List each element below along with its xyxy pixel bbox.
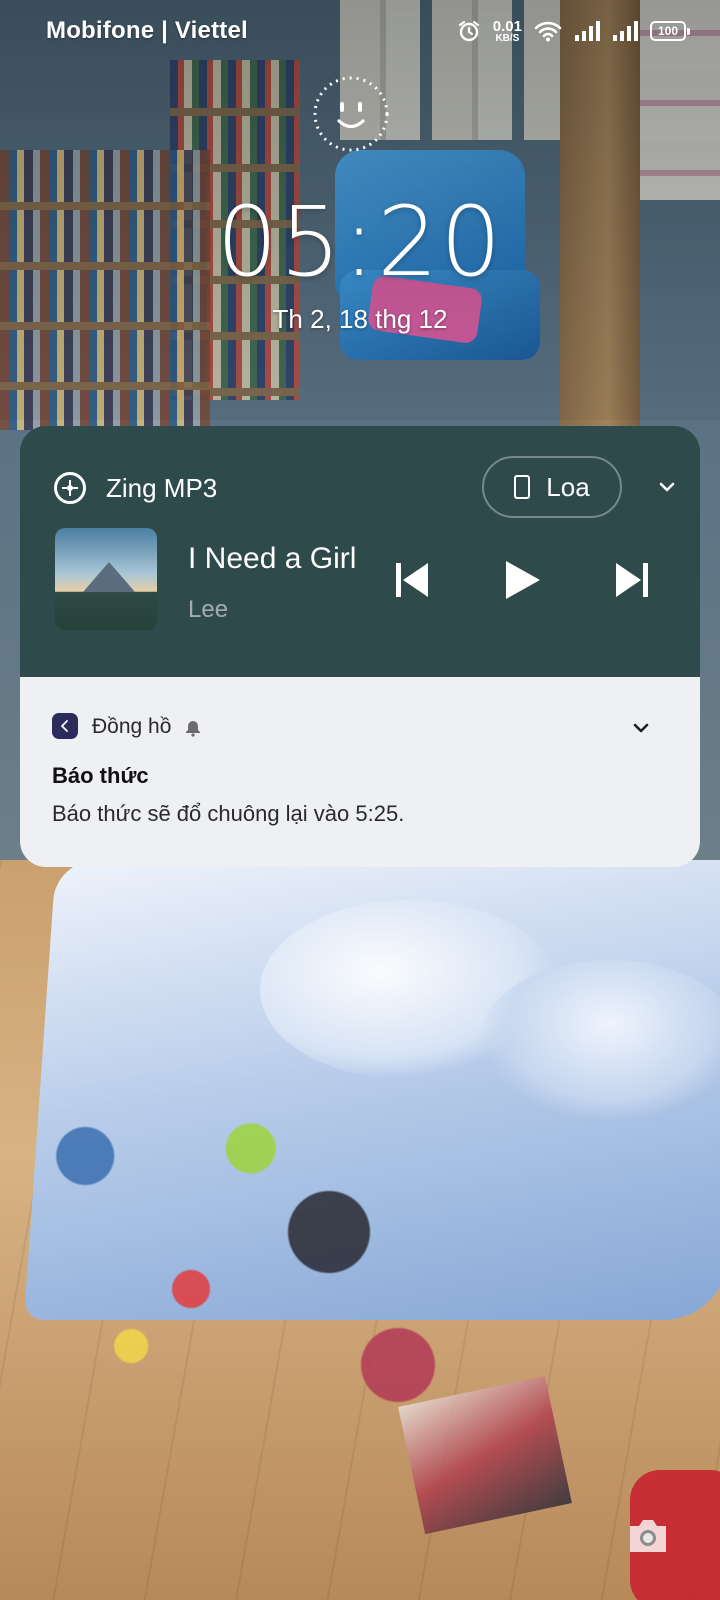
chevron-down-icon[interactable] (652, 472, 682, 502)
media-player-card[interactable]: Zing MP3 Loa I Need a Girl Lee (20, 426, 700, 678)
network-speed-value: 0.01 (492, 17, 522, 35)
album-art-mountain (83, 562, 135, 592)
signal-icon (613, 21, 638, 41)
phone-speaker-icon (514, 475, 531, 499)
lock-clock: 05:20 (216, 186, 504, 298)
zing-mp3-icon (54, 472, 86, 504)
carrier-name: Mobifone | Viettel (46, 17, 248, 44)
lock-date: Th 2, 18 thg 12 (272, 304, 448, 334)
bell-icon (186, 721, 200, 737)
alarm-notification[interactable]: Đồng hồ Báo thức Báo thức sẽ đổ chuông l… (20, 677, 700, 867)
battery-level: 100 (657, 24, 679, 38)
notification-title: Báo thức (52, 763, 149, 788)
alarm-icon (458, 20, 479, 42)
output-device-button[interactable]: Loa (482, 456, 622, 518)
previous-button[interactable] (392, 560, 432, 600)
next-button[interactable] (612, 560, 652, 600)
album-art[interactable] (55, 528, 157, 630)
chevron-down-icon[interactable] (628, 715, 654, 741)
battery-icon: 100 (650, 21, 690, 41)
media-app-name: Zing MP3 (106, 472, 218, 503)
clock-app-icon (52, 713, 78, 739)
previous-icon (396, 563, 428, 597)
play-icon (506, 561, 540, 599)
network-speed: 0.01 KB/S (493, 19, 522, 44)
track-artist: Lee (188, 596, 229, 623)
face-unlock-icon[interactable] (311, 74, 391, 154)
status-bar: Mobifone | Viettel 0.01 KB/S 100 (0, 0, 720, 62)
wifi-icon (534, 21, 562, 42)
camera-icon[interactable] (626, 1516, 670, 1556)
status-icons: 0.01 KB/S 100 (457, 19, 690, 44)
output-device-label: Loa (546, 471, 590, 502)
media-header: Zing MP3 Loa (54, 456, 676, 518)
notification-app-name: Đồng hồ (92, 715, 172, 738)
play-button[interactable] (502, 560, 542, 600)
network-speed-unit: KB/S (495, 32, 520, 44)
signal-icon (575, 21, 600, 41)
track-title: I Need a Girl (188, 542, 357, 575)
notification-body: Báo thức sẽ đổ chuông lại vào 5:25. (52, 801, 405, 826)
next-icon (616, 563, 648, 597)
